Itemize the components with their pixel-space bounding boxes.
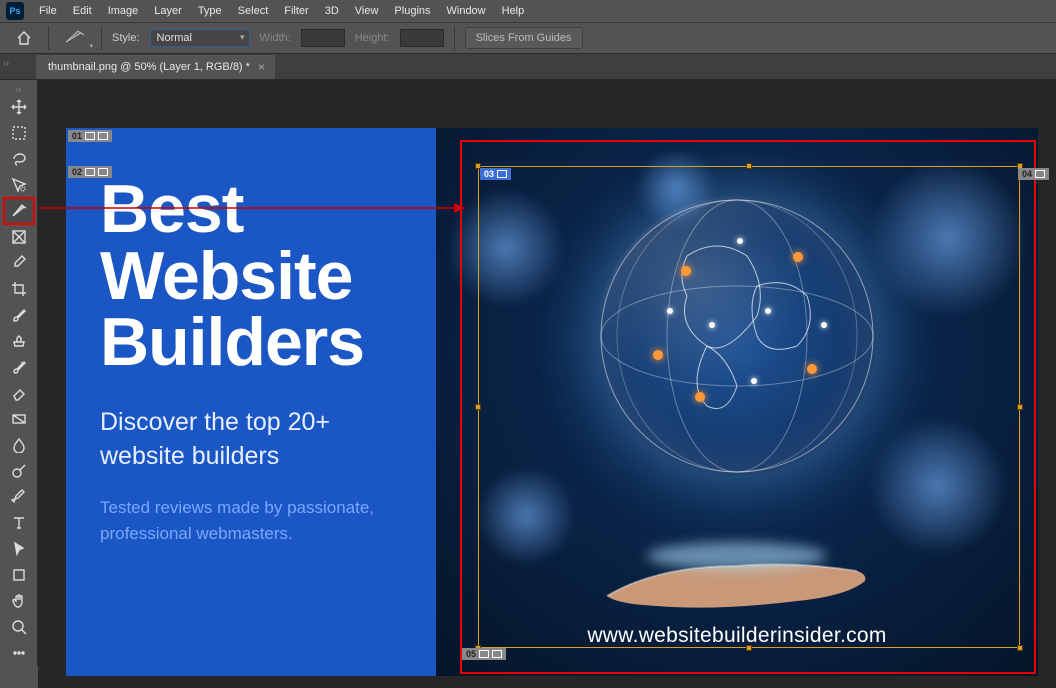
slice-tag-02[interactable]: 02 <box>68 166 112 178</box>
menu-view[interactable]: View <box>348 2 386 20</box>
divider <box>48 26 49 50</box>
hand-tool[interactable] <box>4 588 34 614</box>
quick-select-tool[interactable] <box>4 172 34 198</box>
menu-bar: Ps File Edit Image Layer Type Select Fil… <box>0 0 1056 22</box>
type-tool[interactable] <box>4 510 34 536</box>
tabbar-handle-icon[interactable]: ›› <box>3 58 9 68</box>
slice-tag-05[interactable]: 05 <box>462 648 506 660</box>
divider <box>454 26 455 50</box>
menu-type[interactable]: Type <box>191 2 229 20</box>
slice-tool-icon[interactable]: ▾ <box>59 27 91 49</box>
menu-image[interactable]: Image <box>101 2 146 20</box>
dodge-tool[interactable] <box>4 458 34 484</box>
tools-panel: ›› <box>0 80 38 666</box>
menu-help[interactable]: Help <box>495 2 532 20</box>
document-tab-bar: thumbnail.png @ 50% (Layer 1, RGB/8) * × <box>0 54 1056 80</box>
slice-tag-01[interactable]: 01 <box>68 130 112 142</box>
menu-select[interactable]: Select <box>231 2 276 20</box>
menu-edit[interactable]: Edit <box>66 2 99 20</box>
zoom-tool[interactable] <box>4 614 34 640</box>
menu-plugins[interactable]: Plugins <box>387 2 437 20</box>
move-tool[interactable] <box>4 94 34 120</box>
artboard-image-panel: www.websitebuilderinsider.com <box>436 128 1038 676</box>
pen-tool[interactable] <box>4 484 34 510</box>
shape-tool[interactable] <box>4 562 34 588</box>
globe-graphic <box>597 196 877 476</box>
menu-filter[interactable]: Filter <box>277 2 315 20</box>
path-select-tool[interactable] <box>4 536 34 562</box>
close-icon[interactable]: × <box>258 60 265 74</box>
artboard[interactable]: Best Website Builders Discover the top 2… <box>66 128 1038 676</box>
toolbox-handle-icon[interactable]: ›› <box>0 86 37 94</box>
url-text: www.websitebuilderinsider.com <box>436 624 1038 648</box>
style-label: Style: <box>112 32 140 44</box>
eraser-tool[interactable] <box>4 380 34 406</box>
document-tab-title: thumbnail.png @ 50% (Layer 1, RGB/8) * <box>48 61 250 73</box>
gradient-tool[interactable] <box>4 406 34 432</box>
app-logo: Ps <box>6 2 24 20</box>
more-tools[interactable] <box>4 640 34 666</box>
height-input[interactable] <box>400 29 444 47</box>
height-label: Height: <box>355 32 390 44</box>
options-bar: ▾ Style: Normal Width: Height: Slices Fr… <box>0 22 1056 54</box>
width-input[interactable] <box>301 29 345 47</box>
canvas-area[interactable]: Best Website Builders Discover the top 2… <box>38 80 1056 688</box>
frame-tool[interactable] <box>4 224 34 250</box>
tagline-text: Tested reviews made by passionate, profe… <box>100 495 406 546</box>
clone-stamp-tool[interactable] <box>4 328 34 354</box>
menu-3d[interactable]: 3D <box>318 2 346 20</box>
brush-tool[interactable] <box>4 302 34 328</box>
document-tab[interactable]: thumbnail.png @ 50% (Layer 1, RGB/8) * × <box>36 55 275 79</box>
slices-from-guides-button[interactable]: Slices From Guides <box>465 27 583 49</box>
subheading-text: Discover the top 20+ website builders <box>100 406 406 474</box>
slice-tool[interactable] <box>4 198 34 224</box>
slice-tag-03[interactable]: 03 <box>480 168 511 180</box>
home-button[interactable] <box>10 27 38 49</box>
width-label: Width: <box>260 32 291 44</box>
divider <box>101 26 102 50</box>
headline-text: Best Website Builders <box>100 176 406 376</box>
marquee-tool[interactable] <box>4 120 34 146</box>
blur-tool[interactable] <box>4 432 34 458</box>
eyedropper-tool[interactable] <box>4 250 34 276</box>
menu-layer[interactable]: Layer <box>147 2 189 20</box>
slice-tag-04[interactable]: 04 <box>1018 168 1049 180</box>
menu-file[interactable]: File <box>32 2 64 20</box>
menu-window[interactable]: Window <box>440 2 493 20</box>
artboard-left-panel: Best Website Builders Discover the top 2… <box>66 128 436 676</box>
crop-tool[interactable] <box>4 276 34 302</box>
lasso-tool[interactable] <box>4 146 34 172</box>
style-select[interactable]: Normal <box>150 29 250 47</box>
hand-graphic <box>597 526 877 616</box>
history-brush-tool[interactable] <box>4 354 34 380</box>
